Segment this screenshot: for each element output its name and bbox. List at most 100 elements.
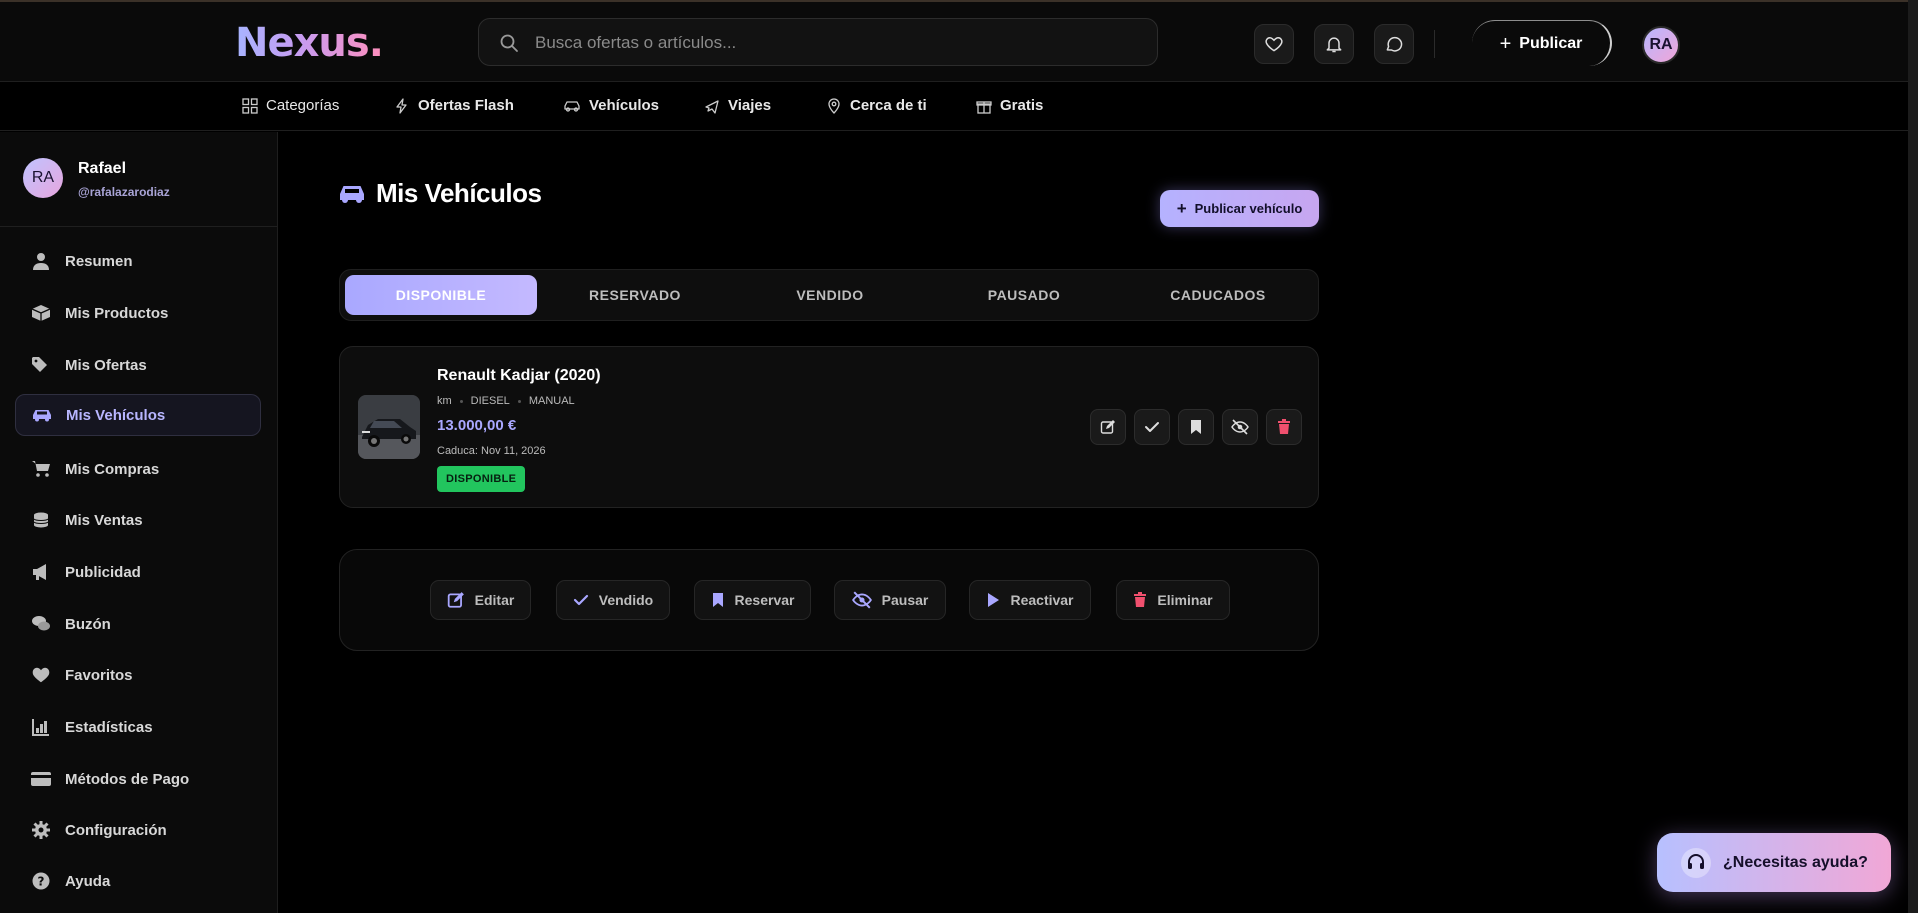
bulk-delete-button[interactable]: Eliminar xyxy=(1116,580,1230,620)
bulk-reactivate-button[interactable]: Reactivar xyxy=(969,580,1091,620)
vehicle-card[interactable]: Renault Kadjar (2020) km DIESEL MANUAL 1… xyxy=(339,346,1319,508)
chat-icon xyxy=(31,614,51,634)
tab-reservado[interactable]: RESERVADO xyxy=(539,275,731,315)
car-icon xyxy=(564,100,580,112)
bookmark-icon xyxy=(712,593,723,607)
category-nav: Categorías Ofertas Flash Vehículos Viaje… xyxy=(0,83,1908,131)
sidebar-item-metodos-de-pago[interactable]: Métodos de Pago xyxy=(15,758,261,800)
sidebar: RA Rafael @rafalazarodiaz Resumen Mis Pr… xyxy=(0,132,278,913)
megaphone-icon xyxy=(31,562,51,582)
chart-icon xyxy=(31,717,51,737)
category-item-viajes[interactable]: Viajes xyxy=(704,97,771,114)
help-button[interactable]: ¿Necesitas ayuda? xyxy=(1657,833,1891,892)
sidebar-item-mis-vehiculos[interactable]: Mis Vehículos xyxy=(15,394,261,436)
publish-vehicle-button[interactable]: + Publicar vehículo xyxy=(1160,190,1319,227)
trash-icon xyxy=(1278,419,1290,434)
sidebar-item-mis-productos[interactable]: Mis Productos xyxy=(15,292,261,334)
bulk-reserve-label: Reservar xyxy=(734,592,795,608)
sidebar-item-publicidad[interactable]: Publicidad xyxy=(15,551,261,593)
search-bar[interactable] xyxy=(478,18,1158,66)
coins-icon xyxy=(31,510,51,530)
category-item-vehiculos[interactable]: Vehículos xyxy=(563,97,659,114)
user-handle: @rafalazarodiaz xyxy=(78,185,170,199)
tab-pausado[interactable]: PAUSADO xyxy=(928,275,1120,315)
page-scrollbar[interactable] xyxy=(1908,0,1918,913)
sidebar-item-buzon[interactable]: Buzón xyxy=(15,603,261,645)
category-label: Viajes xyxy=(728,97,772,114)
notifications-button[interactable] xyxy=(1314,24,1354,64)
sidebar-item-ayuda[interactable]: ? Ayuda xyxy=(15,860,261,902)
eye-off-icon xyxy=(851,591,872,609)
bulk-edit-button[interactable]: Editar xyxy=(430,580,531,620)
user-avatar[interactable]: RA xyxy=(23,158,63,198)
sidebar-item-label: Mis Compras xyxy=(65,460,160,478)
publish-button[interactable]: + Publicar xyxy=(1472,20,1612,66)
play-icon xyxy=(988,593,1000,607)
sidebar-item-mis-ofertas[interactable]: Mis Ofertas xyxy=(15,344,261,386)
meta-separator xyxy=(459,399,463,403)
sidebar-item-favoritos[interactable]: Favoritos xyxy=(15,654,261,696)
bulk-pause-label: Pausar xyxy=(881,592,929,608)
sidebar-item-label: Favoritos xyxy=(65,666,133,684)
plus-icon: + xyxy=(1176,199,1187,218)
tab-disponible[interactable]: DISPONIBLE xyxy=(345,275,537,315)
tab-caducados[interactable]: CADUCADOS xyxy=(1122,275,1314,315)
plane-icon xyxy=(705,99,719,114)
bulk-actions-bar: Editar Vendido Reservar Pausar Reactivar… xyxy=(339,549,1319,651)
header: Nexus. + Publicar RA xyxy=(0,2,1908,82)
category-item-gratis[interactable]: Gratis xyxy=(976,97,1043,114)
bulk-pause-button[interactable]: Pausar xyxy=(834,580,946,620)
credit-card-icon xyxy=(31,769,51,789)
tab-vendido[interactable]: VENDIDO xyxy=(734,275,926,315)
sidebar-item-label: Buzón xyxy=(65,615,111,633)
logo[interactable]: Nexus. xyxy=(235,20,384,66)
bulk-reactivate-label: Reactivar xyxy=(1010,592,1074,608)
category-label: Categorías xyxy=(266,97,340,114)
sidebar-item-estadisticas[interactable]: Estadísticas xyxy=(15,706,261,748)
heart-icon xyxy=(1265,36,1283,52)
category-item-cerca-de-ti[interactable]: Cerca de ti xyxy=(826,97,927,114)
sidebar-item-label: Configuración xyxy=(65,821,167,839)
status-tabs: DISPONIBLE RESERVADO VENDIDO PAUSADO CAD… xyxy=(339,269,1319,321)
headset-icon xyxy=(1681,847,1711,878)
vehicle-thumbnail[interactable] xyxy=(358,395,420,459)
publish-label: Publicar xyxy=(1519,34,1583,52)
box-icon xyxy=(31,303,51,323)
card-reserve-button[interactable] xyxy=(1178,409,1214,445)
bulk-edit-label: Editar xyxy=(474,592,515,608)
sidebar-item-label: Mis Ventas xyxy=(65,511,143,529)
sidebar-item-configuracion[interactable]: Configuración xyxy=(15,809,261,851)
favorites-button[interactable] xyxy=(1254,24,1294,64)
bulk-sold-button[interactable]: Vendido xyxy=(556,580,670,620)
card-delete-button[interactable] xyxy=(1266,409,1302,445)
card-edit-button[interactable] xyxy=(1090,409,1126,445)
bulk-delete-label: Eliminar xyxy=(1157,592,1213,608)
sidebar-item-label: Resumen xyxy=(65,252,133,270)
card-pause-button[interactable] xyxy=(1222,409,1258,445)
status-badge: DISPONIBLE xyxy=(437,466,526,492)
avatar[interactable]: RA xyxy=(1642,26,1680,64)
vehicle-transmission: MANUAL xyxy=(528,395,575,407)
category-item-categorias[interactable]: Categorías xyxy=(242,97,339,114)
vehicle-fuel: DIESEL xyxy=(470,395,510,407)
card-mark-sold-button[interactable] xyxy=(1134,409,1170,445)
sidebar-item-label: Ayuda xyxy=(65,872,111,890)
question-icon: ? xyxy=(31,871,51,891)
sidebar-item-mis-ventas[interactable]: Mis Ventas xyxy=(15,499,261,541)
bulk-reserve-button[interactable]: Reservar xyxy=(694,580,811,620)
vehicle-mileage: km xyxy=(437,395,452,407)
eye-off-icon xyxy=(1231,419,1249,435)
page-title-text: Mis Vehículos xyxy=(376,178,542,208)
category-item-ofertas-flash[interactable]: Ofertas Flash xyxy=(394,97,514,114)
sidebar-item-mis-compras[interactable]: Mis Compras xyxy=(15,448,261,490)
category-label: Cerca de ti xyxy=(850,97,927,114)
vehicle-title[interactable]: Renault Kadjar (2020) xyxy=(437,367,601,385)
bell-icon xyxy=(1326,37,1342,53)
messages-button[interactable] xyxy=(1374,24,1414,64)
sidebar-item-label: Métodos de Pago xyxy=(65,770,190,788)
sidebar-item-label: Estadísticas xyxy=(65,718,153,736)
search-input[interactable] xyxy=(535,29,1135,57)
grid-icon xyxy=(242,97,258,114)
sidebar-item-resumen[interactable]: Resumen xyxy=(15,240,261,282)
chat-bubble-icon xyxy=(1386,36,1403,52)
